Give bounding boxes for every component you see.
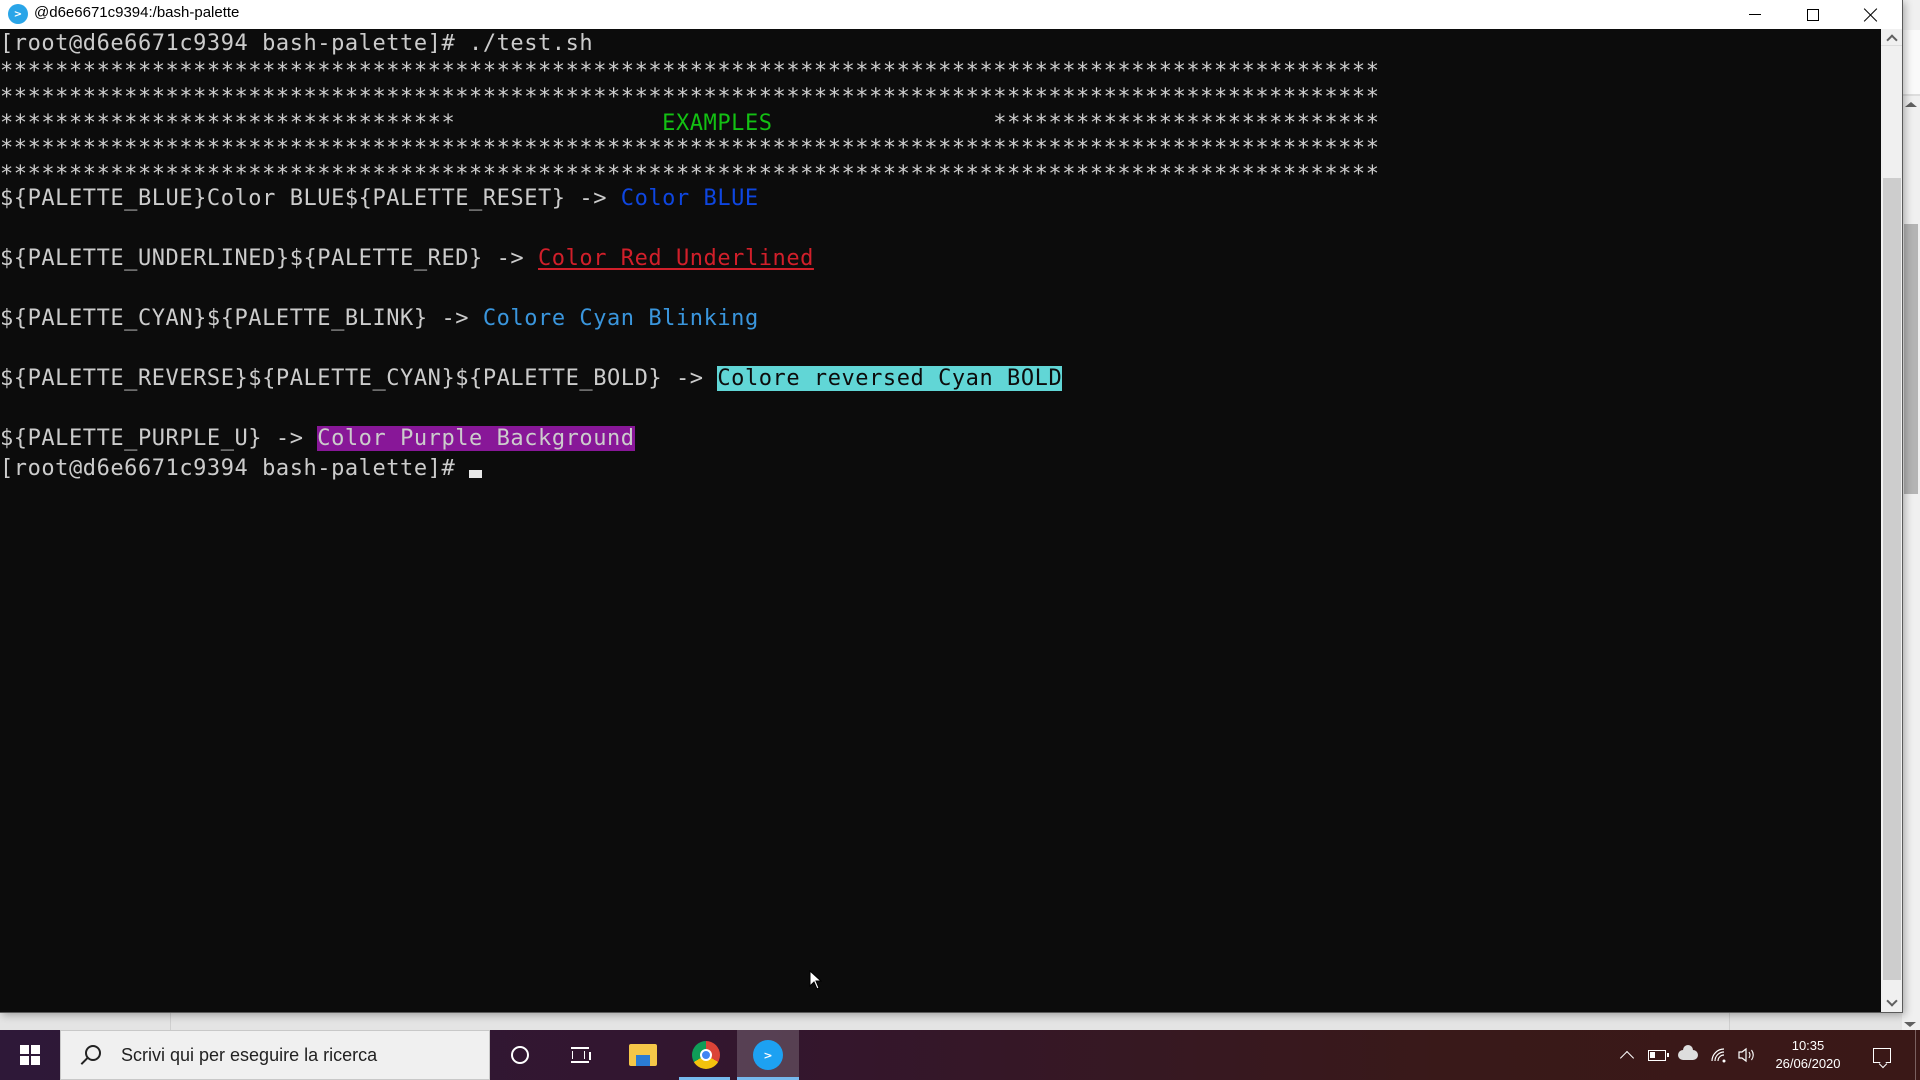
background-scroll-down-icon[interactable] (1904, 1022, 1916, 1027)
terminal-text: **************************** (773, 111, 1380, 136)
docker-terminal-button[interactable]: > (737, 1030, 799, 1080)
chrome-button[interactable] (676, 1030, 736, 1080)
terminal-line: ${PALETTE_BLUE}Color BLUE${PALETTE_RESET… (0, 184, 759, 214)
terminal-text-purple-bg: Color Purple Background (317, 426, 634, 451)
search-placeholder: Scrivi qui per eseguire la ricerca (121, 1045, 377, 1066)
onedrive-button[interactable] (1676, 1030, 1700, 1080)
search-icon (75, 1040, 105, 1070)
terminal-text-blue: Color BLUE (621, 186, 759, 211)
background-divider (170, 1013, 171, 1030)
docker-whale-icon: > (8, 4, 28, 24)
onedrive-cloud-icon (1678, 1050, 1698, 1060)
terminal-line: ${PALETTE_CYAN}${PALETTE_BLINK} -> Color… (0, 304, 759, 334)
terminal-text: ${PALETTE_UNDERLINED}${PALETTE_RED} -> (0, 246, 538, 271)
windows-logo-icon (20, 1045, 40, 1065)
cortana-circle-icon (511, 1046, 529, 1064)
background-window-panel (1902, 30, 1920, 96)
close-icon (1864, 8, 1878, 22)
window-title: @d6e6671c9394:/bash-palette (34, 4, 239, 21)
chevron-up-icon (1620, 1051, 1634, 1065)
scroll-thumb[interactable] (1883, 178, 1901, 980)
terminal-text: ${PALETTE_PURPLE_U} -> (0, 426, 317, 451)
terminal-scrollbar[interactable] (1881, 29, 1902, 1012)
terminal-text: [root@d6e6671c9394 bash-palette]# ./test… (0, 31, 593, 56)
volume-button[interactable] (1735, 1030, 1759, 1080)
terminal-output[interactable]: [root@d6e6671c9394 bash-palette]# ./test… (0, 29, 1881, 1012)
terminal-text-reverse-cyan: Colore reversed Cyan BOLD (717, 366, 1062, 391)
clock-date: 26/06/2020 (1775, 1055, 1840, 1073)
terminal-text: ********************************* (0, 111, 662, 136)
maximize-button[interactable] (1784, 0, 1842, 29)
minimize-icon (1749, 14, 1761, 15)
background-window-scrollbar[interactable] (1902, 0, 1920, 1030)
terminal-text-red-underline: Color Red Underlined (538, 246, 814, 271)
action-center-button[interactable] (1862, 1030, 1902, 1080)
chrome-icon (692, 1041, 720, 1069)
terminal-window: > @d6e6671c9394:/bash-palette [root@d6e6… (0, 0, 1903, 1013)
start-button[interactable] (0, 1030, 60, 1080)
clock-time: 10:35 (1792, 1037, 1825, 1055)
battery-icon (1648, 1050, 1666, 1061)
taskbar-search-box[interactable]: Scrivi qui per eseguire la ricerca (60, 1030, 490, 1080)
background-divider (1729, 1013, 1730, 1030)
file-explorer-button[interactable] (613, 1030, 673, 1080)
terminal-text: ****************************************… (0, 85, 1380, 110)
scroll-down-button[interactable] (1881, 995, 1902, 1012)
terminal-line: ${PALETTE_PURPLE_U} -> Color Purple Back… (0, 424, 635, 454)
show-hidden-icons-button[interactable] (1616, 1030, 1638, 1080)
terminal-line: ${PALETTE_UNDERLINED}${PALETTE_RED} -> C… (0, 244, 814, 274)
close-button[interactable] (1842, 0, 1900, 29)
battery-button[interactable] (1646, 1030, 1668, 1080)
docker-whale-icon: > (753, 1040, 783, 1070)
scroll-up-button[interactable] (1881, 29, 1902, 46)
terminal-text: ****************************************… (0, 136, 1380, 161)
task-view-button[interactable] (550, 1030, 610, 1080)
terminal-cursor (469, 470, 482, 478)
terminal-line: ${PALETTE_REVERSE}${PALETTE_CYAN}${PALET… (0, 364, 1062, 394)
terminal-text-cyan: Colore Cyan Blinking (483, 306, 759, 331)
mouse-pointer-icon (809, 970, 823, 992)
terminal-text: ${PALETTE_BLUE}Color BLUE${PALETTE_RESET… (0, 186, 621, 211)
terminal-text: ****************************************… (0, 59, 1380, 84)
terminal-text: ${PALETTE_CYAN}${PALETTE_BLINK} -> (0, 306, 483, 331)
notification-icon (1873, 1048, 1891, 1063)
terminal-text-green: EXAMPLES (662, 111, 772, 136)
chevron-down-icon (1886, 995, 1897, 1006)
show-desktop-button[interactable] (1915, 1030, 1920, 1080)
title-bar[interactable]: > @d6e6671c9394:/bash-palette (0, 0, 1902, 29)
minimize-button[interactable] (1726, 0, 1784, 29)
clock-button[interactable]: 10:35 26/06/2020 (1766, 1030, 1850, 1080)
terminal-text: [root@d6e6671c9394 bash-palette]# (0, 456, 469, 481)
maximize-icon (1807, 9, 1819, 21)
background-scroll-thumb[interactable] (1904, 224, 1918, 494)
taskbar: Scrivi qui per eseguire la ricerca > 10:… (0, 1030, 1920, 1080)
terminal-text: ${PALETTE_REVERSE}${PALETTE_CYAN}${PALET… (0, 366, 717, 391)
volume-icon (1737, 1047, 1757, 1063)
task-view-icon (571, 1047, 589, 1063)
terminal-line: [root@d6e6671c9394 bash-palette]# ./test… (0, 29, 593, 59)
background-scroll-up-icon[interactable] (1905, 102, 1917, 107)
network-button[interactable] (1707, 1030, 1731, 1080)
cortana-button[interactable] (490, 1030, 550, 1080)
wifi-icon (1710, 1047, 1728, 1063)
terminal-line: [root@d6e6671c9394 bash-palette]# (0, 454, 482, 484)
folder-icon (629, 1044, 657, 1066)
chevron-up-icon (1886, 34, 1897, 45)
